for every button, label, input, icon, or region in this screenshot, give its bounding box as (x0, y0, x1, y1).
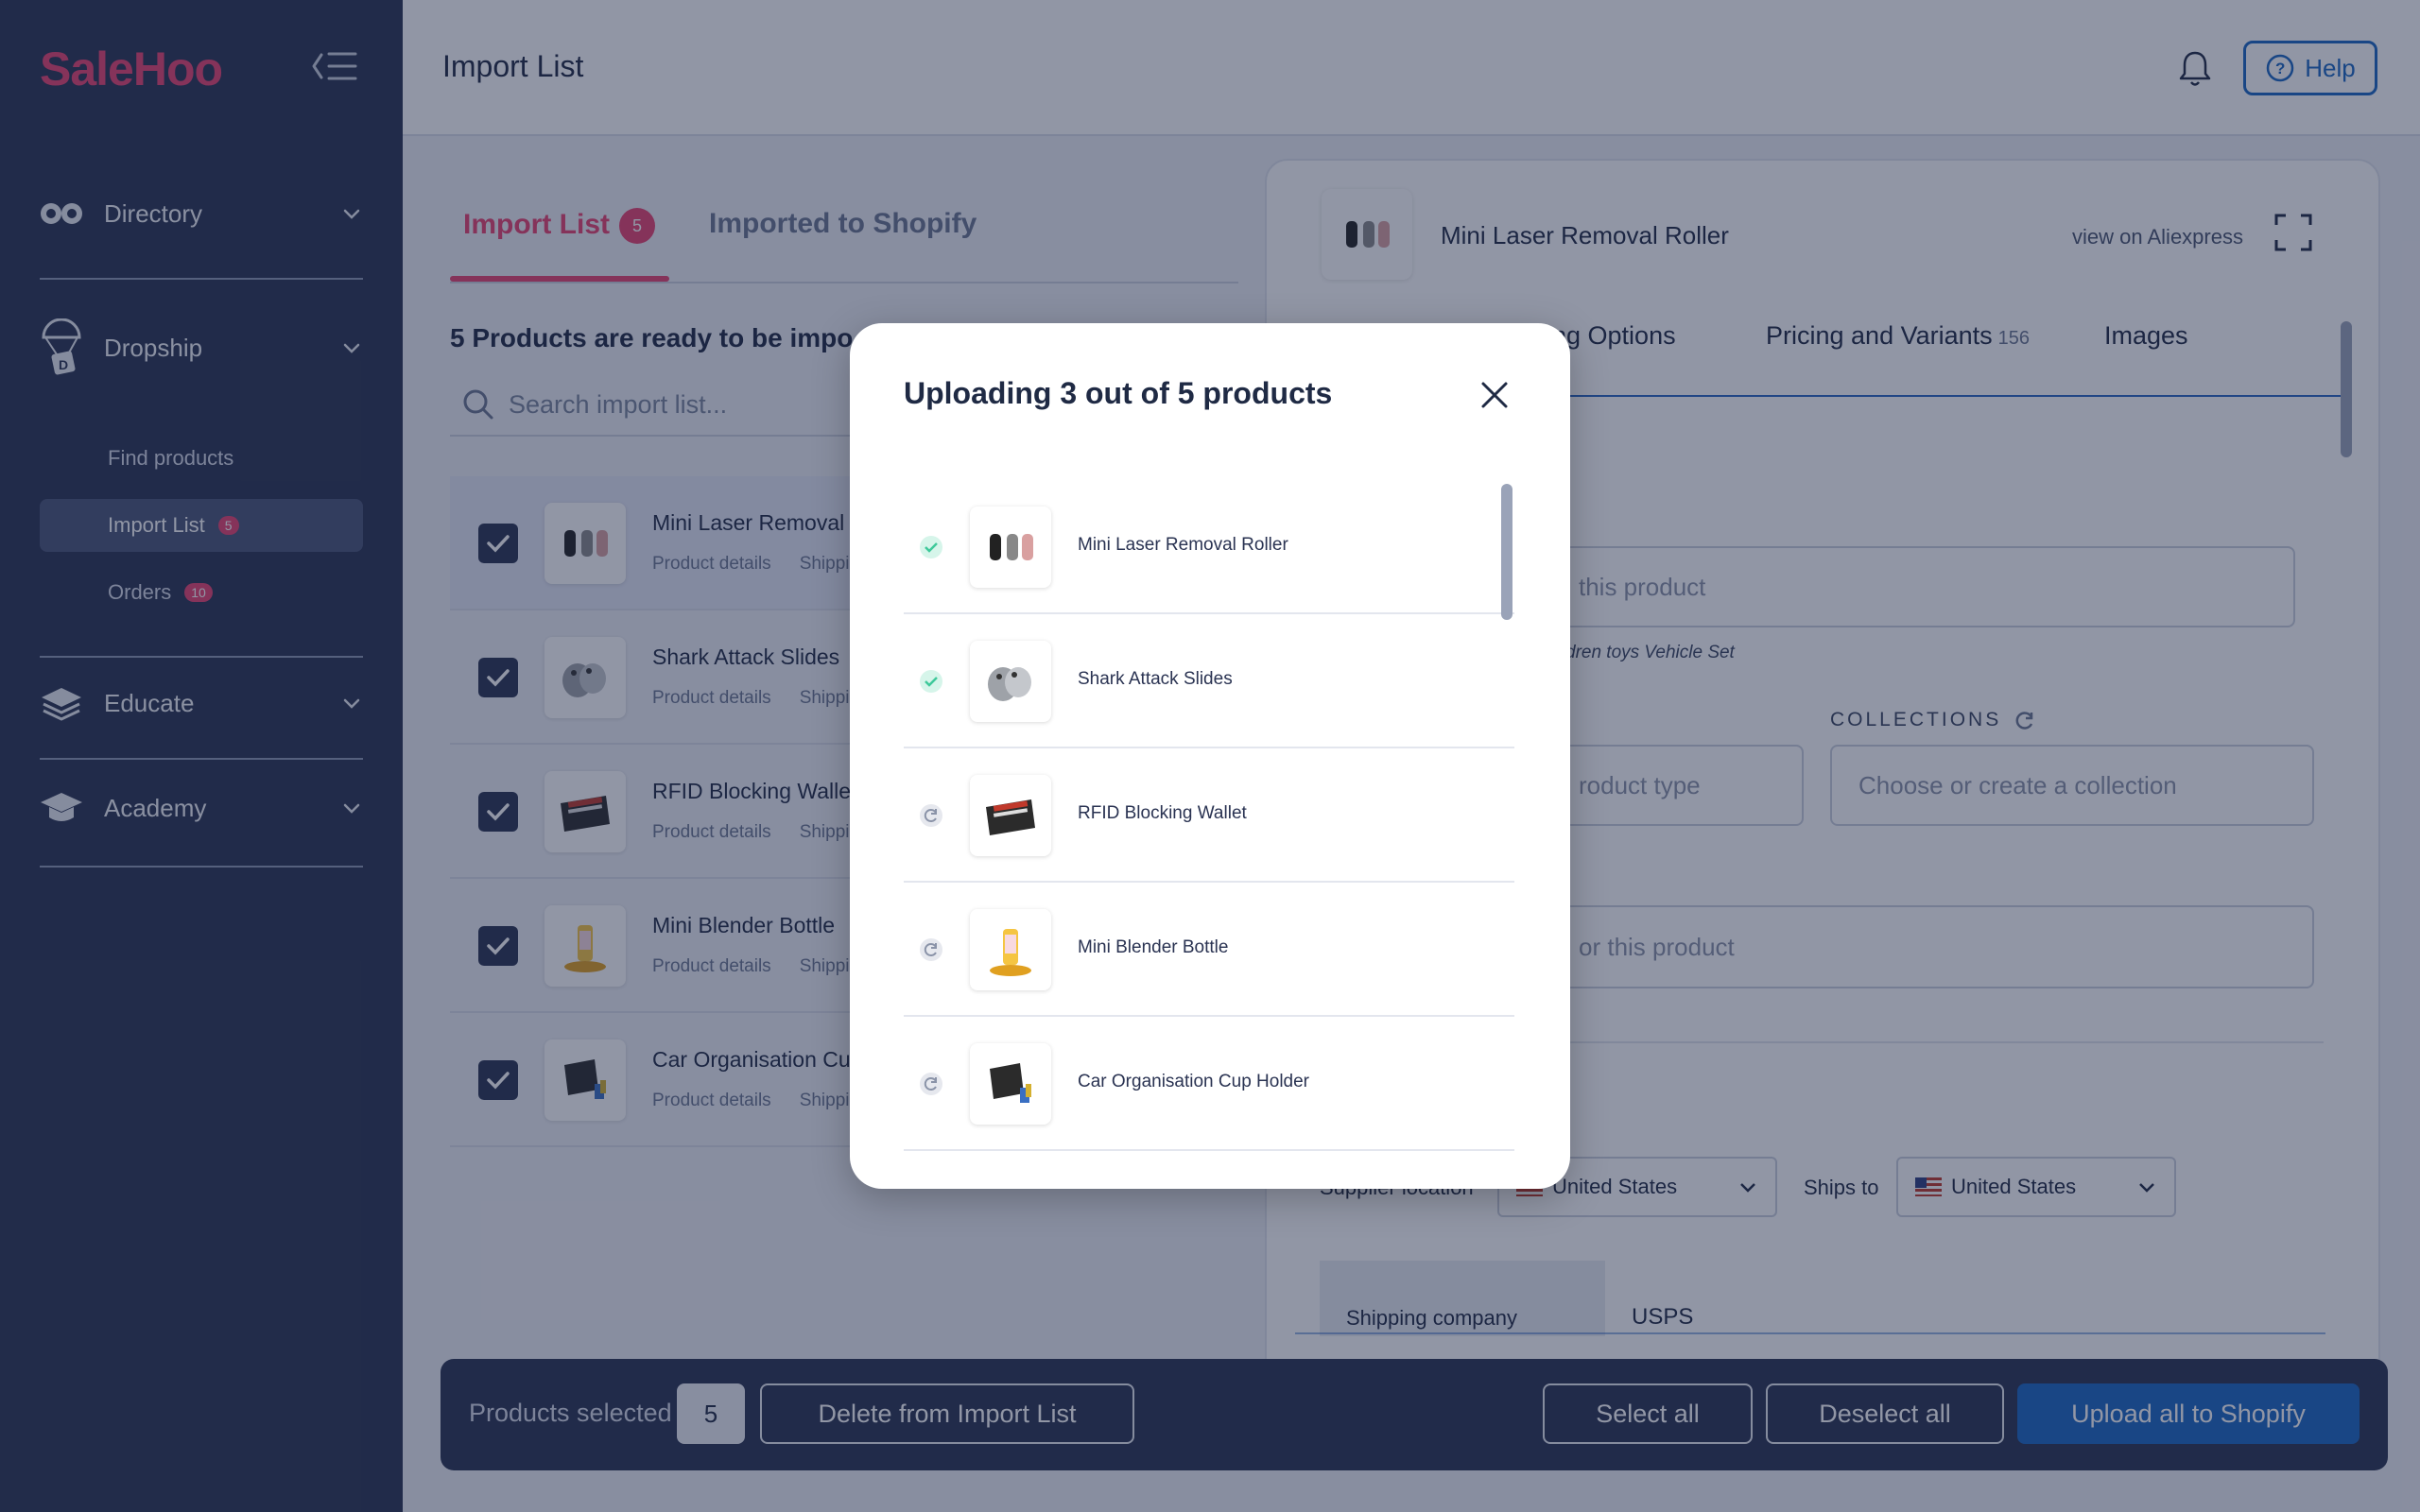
success-check-icon (920, 536, 942, 558)
upload-thumbnail-slides (970, 641, 1051, 722)
upload-item-name: RFID Blocking Wallet (1078, 803, 1247, 823)
pending-sync-icon (920, 938, 942, 961)
upload-list-item: Car Organisation Cup Holder (904, 1017, 1514, 1151)
modal-scrollbar[interactable] (1501, 484, 1512, 620)
pending-sync-icon (920, 1073, 942, 1095)
upload-thumbnail-blender (970, 909, 1051, 990)
close-icon[interactable] (1476, 376, 1513, 414)
upload-progress-modal: Uploading 3 out of 5 products Mini Laser… (850, 323, 1570, 1189)
upload-list-item: Mini Blender Bottle (904, 883, 1514, 1017)
upload-item-name: Shark Attack Slides (1078, 669, 1233, 689)
upload-list-item: RFID Blocking Wallet (904, 748, 1514, 883)
success-check-icon (920, 670, 942, 693)
upload-item-name: Mini Blender Bottle (1078, 937, 1229, 957)
upload-list-item: Mini Laser Removal Roller (904, 480, 1514, 614)
pending-sync-icon (920, 804, 942, 827)
upload-list-item: Shark Attack Slides (904, 614, 1514, 748)
upload-item-name: Car Organisation Cup Holder (1078, 1072, 1310, 1091)
upload-thumbnail-cup-holder (970, 1043, 1051, 1125)
modal-title: Uploading 3 out of 5 products (904, 376, 1333, 410)
upload-thumbnail-wallet (970, 775, 1051, 856)
upload-list[interactable]: Mini Laser Removal Roller Shark Attack S… (904, 480, 1518, 1160)
upload-item-name: Mini Laser Removal Roller (1078, 535, 1288, 555)
upload-thumbnail-roller (970, 507, 1051, 588)
